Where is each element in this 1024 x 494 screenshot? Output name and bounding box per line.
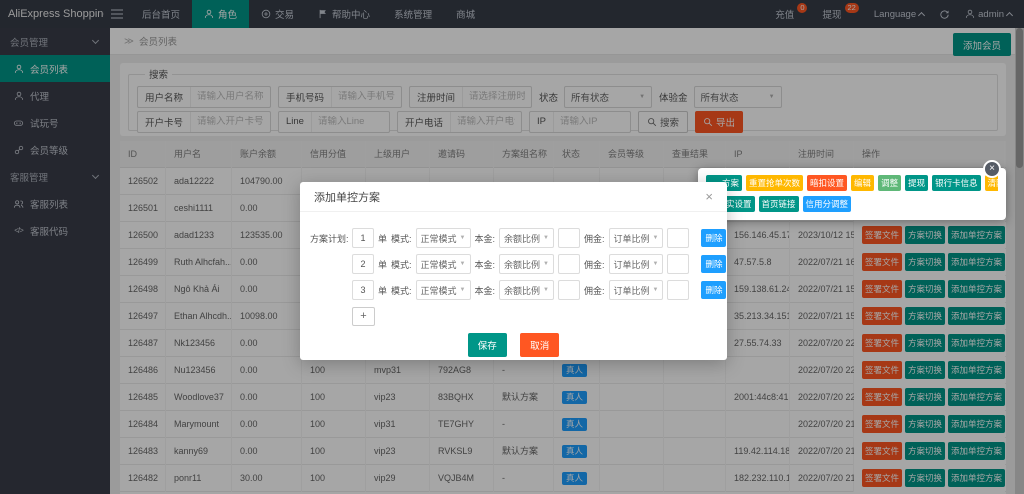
commission-select[interactable]: 订单比例▼ <box>609 228 664 248</box>
popover-button-银行卡信息[interactable]: 银行卡信息 <box>932 175 981 191</box>
popover-row-2: 实设置首页链接信用分调整 <box>706 196 998 212</box>
principal-label: 本金: <box>475 232 496 245</box>
popover-button-暗扣设置[interactable]: 暗扣设置 <box>807 175 847 191</box>
plan-row: 单模式:正常模式▼本金:余额比例▼佣金:订单比例▼删除 <box>310 278 727 302</box>
commission-value-input[interactable] <box>667 228 689 248</box>
mode-select[interactable]: 正常模式▼ <box>416 228 471 248</box>
plan-number-input[interactable] <box>352 254 374 274</box>
principal-select[interactable]: 余额比例▼ <box>499 280 554 300</box>
delete-plan-row-button[interactable]: 删除 <box>701 281 726 299</box>
modal-body: 方案计划:单模式:正常模式▼本金:余额比例▼佣金:订单比例▼删除单模式:正常模式… <box>300 212 727 326</box>
principal-select-value: 余额比例 <box>504 232 540 245</box>
popover-close-button[interactable]: × <box>983 160 1001 178</box>
plan-rows: 方案计划:单模式:正常模式▼本金:余额比例▼佣金:订单比例▼删除单模式:正常模式… <box>300 226 727 302</box>
commission-value-input[interactable] <box>667 254 689 274</box>
modal-close-icon[interactable]: × <box>705 190 713 203</box>
commission-select[interactable]: 订单比例▼ <box>609 254 664 274</box>
caret-down-icon: ▼ <box>543 235 549 241</box>
save-button[interactable]: 保存 <box>468 333 507 357</box>
modal-title: 添加单控方案 <box>314 189 380 205</box>
commission-value-input[interactable] <box>667 280 689 300</box>
popover-button-首页链接[interactable]: 首页链接 <box>759 196 799 212</box>
plan-row: 方案计划:单模式:正常模式▼本金:余额比例▼佣金:订单比例▼删除 <box>310 226 727 250</box>
caret-down-icon: ▼ <box>543 287 549 293</box>
mode-select-value: 正常模式 <box>421 232 457 245</box>
add-plan-row-button[interactable]: + <box>352 307 375 326</box>
principal-label: 本金: <box>475 258 496 271</box>
popover-button-编辑[interactable]: 编辑 <box>851 175 874 191</box>
add-row-container: + <box>352 306 727 326</box>
mode-select[interactable]: 正常模式▼ <box>416 254 471 274</box>
principal-select[interactable]: 余额比例▼ <box>499 254 554 274</box>
popover-row-1: 方案重置抢单次数暗扣设置编辑调整提现银行卡信息清除签署信息 <box>706 175 998 191</box>
caret-down-icon: ▼ <box>460 235 466 241</box>
principal-select-value: 余额比例 <box>504 258 540 271</box>
row-actions-popover: × 方案重置抢单次数暗扣设置编辑调整提现银行卡信息清除签署信息 实设置首页链接信… <box>698 168 1006 220</box>
modal-header: 添加单控方案 × <box>300 182 727 212</box>
mode-select-value: 正常模式 <box>421 258 457 271</box>
commission-select[interactable]: 订单比例▼ <box>609 280 664 300</box>
caret-down-icon: ▼ <box>460 287 466 293</box>
principal-value-input[interactable] <box>558 280 580 300</box>
popover-button-提现[interactable]: 提现 <box>905 175 928 191</box>
commission-label: 佣金: <box>584 232 605 245</box>
mode-label: 模式: <box>391 258 412 271</box>
principal-select[interactable]: 余额比例▼ <box>499 228 554 248</box>
mode-select[interactable]: 正常模式▼ <box>416 280 471 300</box>
delete-plan-row-button[interactable]: 删除 <box>701 229 726 247</box>
commission-select-value: 订单比例 <box>614 258 650 271</box>
cancel-button[interactable]: 取消 <box>520 333 559 357</box>
principal-label: 本金: <box>475 284 496 297</box>
unit-label: 单 <box>378 258 387 271</box>
commission-select-value: 订单比例 <box>614 232 650 245</box>
caret-down-icon: ▼ <box>653 261 659 267</box>
commission-label: 佣金: <box>584 284 605 297</box>
unit-label: 单 <box>378 232 387 245</box>
mode-label: 模式: <box>391 232 412 245</box>
caret-down-icon: ▼ <box>543 261 549 267</box>
delete-plan-row-button[interactable]: 删除 <box>701 255 726 273</box>
mode-label: 模式: <box>391 284 412 297</box>
principal-select-value: 余额比例 <box>504 284 540 297</box>
unit-label: 单 <box>378 284 387 297</box>
principal-value-input[interactable] <box>558 228 580 248</box>
plan-row: 单模式:正常模式▼本金:余额比例▼佣金:订单比例▼删除 <box>310 252 727 276</box>
plan-number-input[interactable] <box>352 280 374 300</box>
commission-select-value: 订单比例 <box>614 284 650 297</box>
caret-down-icon: ▼ <box>460 261 466 267</box>
plan-number-input[interactable] <box>352 228 374 248</box>
popover-button-重置抢单次数[interactable]: 重置抢单次数 <box>746 175 803 191</box>
commission-label: 佣金: <box>584 258 605 271</box>
plan-row-label: 方案计划: <box>310 232 348 245</box>
modal-footer: 保存 取消 <box>300 333 727 357</box>
mode-select-value: 正常模式 <box>421 284 457 297</box>
caret-down-icon: ▼ <box>653 235 659 241</box>
caret-down-icon: ▼ <box>653 287 659 293</box>
popover-button-信用分调整[interactable]: 信用分调整 <box>803 196 852 212</box>
principal-value-input[interactable] <box>558 254 580 274</box>
popover-button-调整[interactable]: 调整 <box>878 175 901 191</box>
add-plan-modal: 添加单控方案 × 方案计划:单模式:正常模式▼本金:余额比例▼佣金:订单比例▼删… <box>300 182 727 360</box>
